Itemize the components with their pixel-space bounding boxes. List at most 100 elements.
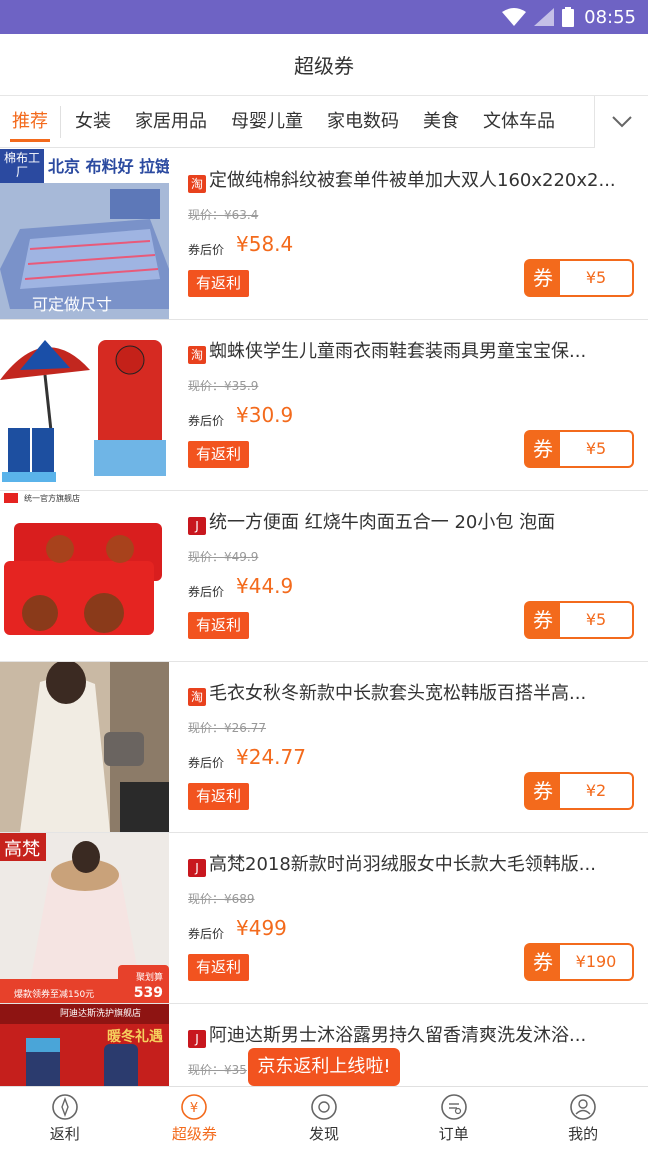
tab-sports-car[interactable]: 文体车品	[471, 96, 567, 148]
nav-profile[interactable]: 我的	[518, 1087, 648, 1152]
tab-electronics[interactable]: 家电数码	[315, 96, 411, 148]
product-image	[0, 320, 169, 490]
tab-home[interactable]: 家居用品	[123, 96, 219, 148]
product-title-text: 毛衣女秋冬新款中长款套头宽松韩版百搭半高...	[209, 683, 587, 704]
thumb-store-label: 统一官方旗舰店	[24, 494, 80, 503]
product-image: 棉布工厂 北京 布料好 拉链好 可定做尺寸	[0, 149, 169, 319]
list-item[interactable]: 淘蜘蛛侠学生儿童雨衣雨鞋套装雨具男童宝宝保... 现价：¥35.9 券后价 ¥3…	[0, 320, 648, 491]
coupon-button[interactable]: 券 ¥5	[524, 259, 634, 297]
after-coupon-price: ¥30.9	[236, 403, 294, 427]
bottom-nav: 返利 ¥ 超级券 发现 订单 我的	[0, 1086, 648, 1152]
discover-icon	[311, 1094, 337, 1120]
nav-rebate[interactable]: 返利	[0, 1087, 130, 1152]
tab-baby[interactable]: 母婴儿童	[219, 96, 315, 148]
product-image: 阿迪达斯洗护旗舰店 暖冬礼遇	[0, 1004, 169, 1086]
thumb-slogan: 北京 布料好 拉链好	[48, 157, 169, 176]
tab-food[interactable]: 美食	[411, 96, 471, 148]
profile-icon	[570, 1094, 596, 1120]
original-price: 现价：¥63.4	[188, 208, 259, 222]
coupon-button[interactable]: 券 ¥190	[524, 943, 634, 981]
page-title: 超级券	[294, 54, 354, 78]
coupon-label: 券	[524, 943, 562, 981]
thumb-store-label: 棉布工厂	[3, 151, 40, 179]
thumb-tag: 暖冬礼遇	[107, 1029, 163, 1045]
coupon-value: ¥5	[560, 601, 634, 639]
coupon-button[interactable]: 券 ¥2	[524, 772, 634, 810]
taobao-icon: 淘	[188, 688, 206, 706]
jd-icon: J	[188, 859, 206, 877]
nav-label: 订单	[438, 1125, 469, 1143]
list-item[interactable]: 淘毛衣女秋冬新款中长款套头宽松韩版百搭半高... 现价：¥26.77 券后价 ¥…	[0, 662, 648, 833]
after-coupon-label: 券后价	[188, 756, 225, 770]
rebate-badge: 有返利	[188, 954, 249, 981]
status-bar: 08:55	[0, 0, 648, 34]
nav-label: 发现	[308, 1125, 339, 1143]
product-info: J 高梵2018新款时尚羽绒服女中长款大毛领韩版... 现价：¥689 券后价 ¥…	[188, 833, 634, 1003]
list-item[interactable]: 高梵 爆款领券至减150元 539 聚划算 J 高梵2018新款时尚羽绒服女中长款…	[0, 833, 648, 1004]
jd-icon: J	[188, 1030, 206, 1048]
order-icon	[440, 1094, 467, 1120]
rebate-badge: 有返利	[188, 270, 249, 297]
product-title[interactable]: 淘定做纯棉斜纹被套单件被单加大双人160x220x2...	[188, 166, 634, 193]
product-image: 统一官方旗舰店	[0, 491, 169, 661]
tab-womens[interactable]: 女装	[63, 96, 123, 148]
original-price: 现价：¥26.77	[188, 721, 266, 735]
after-coupon-label: 券后价	[188, 585, 225, 599]
thumb-store-label: 阿迪达斯洗护旗舰店	[60, 1009, 142, 1019]
thumb-caption: 可定做尺寸	[32, 295, 113, 314]
expand-tabs-button[interactable]	[594, 96, 648, 148]
after-coupon-label: 券后价	[188, 243, 225, 257]
product-info: J 统一方便面 红烧牛肉面五合一 20小包 泡面 现价：¥49.9 券后价 ¥44…	[188, 491, 634, 661]
nav-label: 我的	[568, 1125, 599, 1143]
list-item[interactable]: 棉布工厂 北京 布料好 拉链好 可定做尺寸 淘定做纯棉斜纹被套单件被单加大双人1…	[0, 149, 648, 320]
product-title[interactable]: J 统一方便面 红烧牛肉面五合一 20小包 泡面	[188, 508, 634, 535]
original-price: 现价：¥35.9	[188, 379, 259, 393]
product-title[interactable]: J 高梵2018新款时尚羽绒服女中长款大毛领韩版...	[188, 850, 634, 877]
coupon-label: 券	[524, 430, 562, 468]
coupon-label: 券	[524, 259, 562, 297]
title-bar: 超级券	[0, 34, 648, 96]
product-list: 棉布工厂 北京 布料好 拉链好 可定做尺寸 淘定做纯棉斜纹被套单件被单加大双人1…	[0, 149, 648, 1086]
thumb-banner: 爆款领券至减150元	[14, 990, 95, 1000]
coupon-button[interactable]: 券 ¥5	[524, 430, 634, 468]
product-title[interactable]: 淘毛衣女秋冬新款中长款套头宽松韩版百搭半高...	[188, 679, 634, 706]
rebate-badge: 有返利	[188, 612, 249, 639]
product-title[interactable]: J 阿迪达斯男士沐浴露男持久留香清爽洗发沐浴...	[188, 1021, 634, 1048]
product-title-text: 蜘蛛侠学生儿童雨衣雨鞋套装雨具男童宝宝保...	[209, 341, 587, 362]
list-item[interactable]: 统一官方旗舰店 J 统一方便面 红烧牛肉面五合一 20小包 泡面 现价：¥49.9…	[0, 491, 648, 662]
coupon-value: ¥190	[560, 943, 634, 981]
nav-super-coupon[interactable]: ¥ 超级券	[130, 1087, 260, 1152]
taobao-icon: 淘	[188, 175, 206, 193]
nav-orders[interactable]: 订单	[389, 1087, 519, 1152]
coupon-button[interactable]: 券 ¥5	[524, 601, 634, 639]
signal-icon	[534, 8, 555, 26]
after-coupon-label: 券后价	[188, 927, 225, 941]
nav-label: 返利	[49, 1125, 80, 1143]
coupon-value: ¥2	[560, 772, 634, 810]
thumb-price: 539	[133, 985, 163, 1001]
svg-text:¥: ¥	[190, 1101, 198, 1116]
product-title-text: 阿迪达斯男士沐浴露男持久留香清爽洗发沐浴...	[209, 1025, 587, 1046]
coupon-label: 券	[524, 772, 562, 810]
battery-icon	[562, 7, 575, 27]
coupon-value: ¥5	[560, 259, 634, 297]
thumb-tag: 聚划算	[135, 973, 163, 983]
original-price: 现价：¥49.9	[188, 550, 259, 564]
product-title[interactable]: 淘蜘蛛侠学生儿童雨衣雨鞋套装雨具男童宝宝保...	[188, 337, 634, 364]
after-coupon-price: ¥499	[236, 916, 287, 940]
compass-icon	[51, 1094, 78, 1120]
taobao-icon: 淘	[188, 346, 206, 364]
jd-rebate-tooltip[interactable]: 京东返利上线啦!	[248, 1048, 400, 1095]
tab-divider	[60, 105, 61, 138]
nav-discover[interactable]: 发现	[259, 1087, 389, 1152]
coupon-yen-icon: ¥	[181, 1094, 208, 1120]
product-image	[0, 662, 169, 832]
category-tabs: 推荐 女装 家居用品 母婴儿童 家电数码 美食 文体车品	[0, 96, 648, 148]
tab-recommend[interactable]: 推荐	[0, 96, 60, 148]
rebate-badge: 有返利	[188, 783, 249, 810]
after-coupon-label: 券后价	[188, 414, 225, 428]
original-price: 现价：¥35	[188, 1063, 247, 1077]
nav-label: 超级券	[171, 1125, 217, 1143]
product-image: 高梵 爆款领券至减150元 539 聚划算	[0, 833, 169, 1003]
product-info: 淘定做纯棉斜纹被套单件被单加大双人160x220x2... 现价：¥63.4 券…	[188, 149, 634, 319]
